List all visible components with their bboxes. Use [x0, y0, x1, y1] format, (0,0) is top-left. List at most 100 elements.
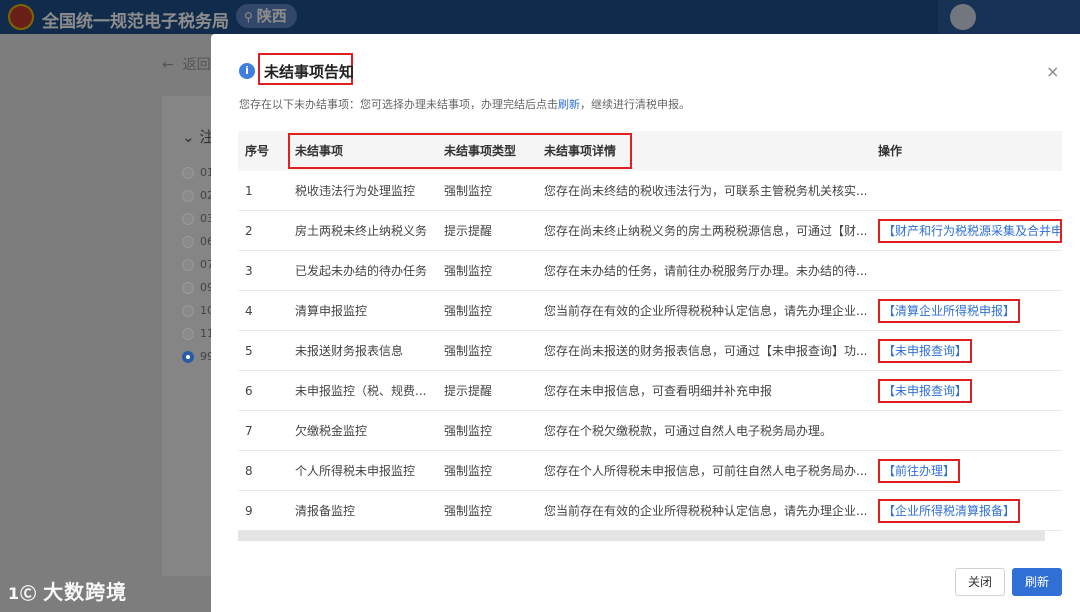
row-type: 强制监控	[444, 344, 493, 358]
row-action-cell: 【清算企业所得税申报】	[878, 291, 1062, 331]
row-type: 提示提醒	[444, 224, 493, 238]
table-row: 3 已发起未办结的待办任务 强制监控 您存在未办结的任务，请前往办税服务厅办理。未办结…	[238, 251, 1062, 291]
row-type: 强制监控	[444, 424, 493, 438]
row-action-cell: 【前往办理】	[878, 451, 1062, 491]
row-no: 7	[245, 424, 253, 438]
row-detail: 您存在尚未终止纳税义务的房土两税税源信息，可通过【财...	[544, 224, 868, 238]
table-row: 8 个人所得税未申报监控 强制监控 您存在个人所得税未申报信息，可前往自然人电子税务局…	[238, 451, 1062, 491]
radio-dot-icon	[182, 305, 194, 317]
row-item: 已发起未办结的待办任务	[295, 264, 428, 278]
top-bar: 全国统一规范电子税务局 ⚲ 陕西	[0, 0, 1080, 34]
row-item: 税收违法行为处理监控	[295, 184, 416, 198]
row-action-link[interactable]: 【未申报查询】	[878, 339, 973, 363]
row-item: 清算申报监控	[295, 304, 368, 318]
row-item: 未报送财务报表信息	[295, 344, 404, 358]
radio-dot-icon	[182, 282, 194, 294]
table-row: 4 清算申报监控 强制监控 您当前存在有效的企业所得税税种认定信息，请先办理企业...…	[238, 291, 1062, 331]
row-no: 3	[245, 264, 253, 278]
row-detail: 您存在尚未终结的税收违法行为，可联系主管税务机关核实...	[544, 184, 868, 198]
horizontal-scrollbar[interactable]	[238, 531, 1045, 541]
watermark-logo-icon: 1Ⓒ	[8, 584, 38, 603]
row-type: 强制监控	[444, 264, 493, 278]
header-highlight-box	[288, 133, 632, 169]
radio-dot-icon	[182, 190, 194, 202]
watermark-text: 大数跨境	[43, 580, 128, 604]
row-item: 清报备监控	[295, 504, 356, 518]
row-detail: 您当前存在有效的企业所得税税种认定信息，请先办理企业...	[544, 504, 868, 518]
region-label: 陕西	[256, 7, 287, 25]
row-no: 2	[245, 224, 253, 238]
row-detail: 您存在尚未报送的财务报表信息，可通过【未申报查询】功...	[544, 344, 868, 358]
row-type: 强制监控	[444, 504, 493, 518]
row-action-cell: 【企业所得税清算报备】	[878, 491, 1062, 531]
app-title: 全国统一规范电子税务局	[42, 12, 229, 32]
row-action-link[interactable]: 【未申报查询】	[878, 379, 973, 403]
info-icon: i	[239, 63, 255, 79]
row-no: 4	[245, 304, 253, 318]
radio-dot-icon	[182, 259, 194, 271]
row-no: 1	[245, 184, 253, 198]
tax-emblem-icon	[8, 4, 34, 30]
row-action-link[interactable]: 【企业所得税清算报备】	[878, 499, 1021, 523]
row-action-cell	[878, 411, 1062, 451]
row-detail: 您存在个税欠缴税款，可通过自然人电子税务局办理。	[544, 424, 833, 438]
row-no: 5	[245, 344, 253, 358]
row-detail: 您当前存在有效的企业所得税税种认定信息，请先办理企业...	[544, 304, 868, 318]
row-action-link[interactable]: 【清算企业所得税申报】	[878, 299, 1021, 323]
row-no: 6	[245, 384, 253, 398]
row-type: 提示提醒	[444, 384, 493, 398]
note-suffix: ，继续进行清税申报。	[580, 98, 690, 111]
note-prefix: 您存在以下未办结事项：您可选择办理未结事项，办理完结后点击	[239, 98, 558, 111]
col-header-action: 操作	[878, 144, 903, 158]
back-label: 返回	[182, 57, 211, 73]
table-row: 5 未报送财务报表信息 强制监控 您存在尚未报送的财务报表信息，可通过【未申报查询】功…	[238, 331, 1062, 371]
row-item: 房土两税未终止纳税义务	[295, 224, 428, 238]
back-link[interactable]: ← 返回	[162, 54, 211, 74]
table-body: 1 税收违法行为处理监控 强制监控 您存在尚未终结的税收违法行为，可联系主管税务机关核…	[238, 171, 1062, 531]
row-action-link[interactable]: 【前往办理】	[878, 459, 961, 483]
radio-dot-icon	[182, 328, 194, 340]
watermark: 1Ⓒ 大数跨境	[8, 576, 127, 605]
row-no: 9	[245, 504, 253, 518]
table-row: 1 税收违法行为处理监控 强制监控 您存在尚未终结的税收违法行为，可联系主管税务机关核…	[238, 171, 1062, 211]
note-refresh-link[interactable]: 刷新	[558, 98, 580, 111]
radio-dot-icon	[182, 167, 194, 179]
radio-dot-icon	[182, 236, 194, 248]
close-button[interactable]: 关闭	[955, 568, 1005, 596]
table-header: 序号 未结事项 未结事项类型 未结事项详情 操作	[238, 131, 1062, 171]
row-type: 强制监控	[444, 304, 493, 318]
dialog-note: 您存在以下未办结事项：您可选择办理未结事项，办理完结后点击刷新，继续进行清税申报…	[239, 96, 690, 112]
row-type: 强制监控	[444, 184, 493, 198]
region-selector[interactable]: ⚲ 陕西	[236, 4, 297, 28]
col-header-no: 序号	[245, 144, 270, 158]
refresh-button[interactable]: 刷新	[1012, 568, 1062, 596]
table-row: 2 房土两税未终止纳税义务 提示提醒 您存在尚未终止纳税义务的房土两税税源信息，可通过…	[238, 211, 1062, 251]
close-icon[interactable]: ×	[1046, 62, 1059, 81]
row-no: 8	[245, 464, 253, 478]
row-detail: 您存在个人所得税未申报信息，可前往自然人电子税务局办...	[544, 464, 868, 478]
row-item: 个人所得税未申报监控	[295, 464, 416, 478]
row-detail: 您存在未申报信息，可查看明细并补充申报	[544, 384, 773, 398]
row-detail: 您存在未办结的任务，请前往办税服务厅办理。未办结的待...	[544, 264, 868, 278]
user-menu[interactable]	[938, 0, 1080, 34]
table-row: 9 清报备监控 强制监控 您当前存在有效的企业所得税税种认定信息，请先办理企业... 【…	[238, 491, 1062, 531]
table-row: 6 未申报监控（税、规费... 提示提醒 您存在未申报信息，可查看明细并补充申报 【未申…	[238, 371, 1062, 411]
radio-dot-icon	[182, 351, 194, 363]
row-action-cell: 【未申报查询】	[878, 371, 1062, 411]
row-action-cell: 【财产和行为税税源采集及合并申...	[878, 211, 1062, 251]
row-action-cell	[878, 171, 1062, 211]
pending-items-table: 序号 未结事项 未结事项类型 未结事项详情 操作 1 税收违法行为处理监控 强制监控…	[238, 131, 1062, 531]
location-pin-icon: ⚲	[244, 10, 253, 24]
row-action-cell	[878, 251, 1062, 291]
row-item: 欠缴税金监控	[295, 424, 368, 438]
table-row: 7 欠缴税金监控 强制监控 您存在个税欠缴税款，可通过自然人电子税务局办理。	[238, 411, 1062, 451]
dialog-title: 未结事项告知	[264, 63, 355, 81]
row-type: 强制监控	[444, 464, 493, 478]
avatar[interactable]	[950, 4, 976, 30]
row-action-cell: 【未申报查询】	[878, 331, 1062, 371]
pending-items-dialog: i 未结事项告知 × 您存在以下未办结事项：您可选择办理未结事项，办理完结后点击…	[211, 34, 1080, 612]
radio-dot-icon	[182, 213, 194, 225]
row-action-link[interactable]: 【财产和行为税税源采集及合并申...	[878, 219, 1062, 243]
row-item: 未申报监控（税、规费...	[295, 384, 427, 398]
section-heading: ⌄ 注	[182, 128, 215, 146]
